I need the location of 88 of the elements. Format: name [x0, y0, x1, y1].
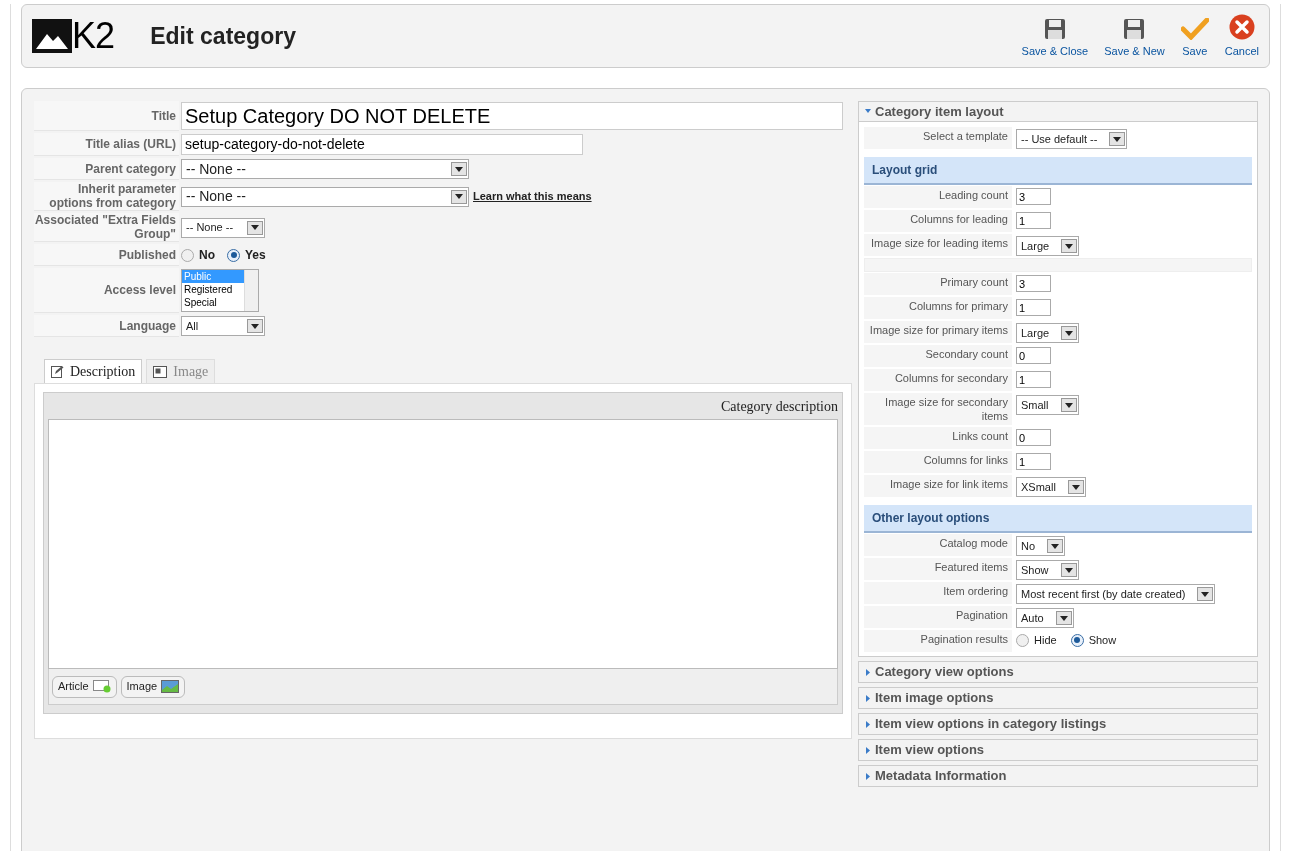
number-input[interactable]: 1 — [1016, 453, 1051, 470]
logo-text: K2 — [72, 18, 115, 54]
number-input[interactable]: 3 — [1016, 275, 1051, 292]
field-label: Item ordering — [864, 582, 1012, 604]
editor-title: Category description — [720, 397, 838, 416]
editor-button[interactable]: Image — [120, 675, 186, 698]
dropdown-select[interactable]: XSmall — [1016, 477, 1086, 497]
toolbar-button[interactable]: Save & Close — [1021, 12, 1089, 60]
editor-button[interactable]: Article — [52, 675, 117, 698]
accordion-header[interactable]: Category item layout — [859, 102, 1257, 122]
picture-icon — [161, 680, 180, 693]
editor-tab[interactable]: Description — [44, 359, 143, 383]
dropdown-select[interactable]: Large — [1016, 236, 1080, 256]
list-option[interactable]: Registered — [182, 283, 244, 296]
section-header: Other layout options — [864, 505, 1252, 533]
learn-more-link[interactable]: Learn what this means — [473, 188, 592, 205]
field-label: Catalog mode — [864, 534, 1012, 556]
radio-button[interactable] — [1016, 633, 1029, 647]
field-label: Secondary count — [864, 345, 1012, 367]
section-header: Layout grid — [864, 157, 1252, 185]
field-label: Image size for primary items — [864, 321, 1012, 343]
caret-down-icon — [865, 108, 871, 115]
dropdown-select[interactable]: -- None -- — [181, 159, 469, 179]
number-input[interactable]: 1 — [1016, 212, 1051, 229]
field-label: Image size for secondary items — [864, 393, 1012, 425]
radio-label: No — [199, 247, 215, 264]
dropdown-select[interactable]: Small — [1016, 395, 1079, 415]
access-level-listbox[interactable]: Public Registered Special — [181, 269, 259, 312]
field-label: Inherit parameter options from category — [34, 182, 179, 211]
caret-right-icon — [865, 772, 871, 780]
radio-button[interactable] — [1070, 633, 1084, 647]
picture-icon — [153, 365, 168, 378]
number-input[interactable]: 1 — [1016, 371, 1051, 388]
alias-input[interactable]: setup-category-do-not-delete — [181, 134, 583, 155]
add-article-icon — [92, 680, 111, 693]
radio-label: Yes — [245, 247, 266, 264]
toolbar-button[interactable]: Save — [1180, 12, 1209, 60]
scrollbar[interactable] — [244, 270, 258, 311]
dropdown-select[interactable]: -- None -- — [181, 186, 469, 207]
field-label: Title — [34, 101, 179, 131]
dropdown-select[interactable]: Most recent first (by date created) — [1016, 584, 1216, 604]
field-label: Select a template — [864, 127, 1012, 149]
page-title: Edit category — [150, 21, 296, 51]
field-label: Associated "Extra Fields Group" — [34, 213, 179, 242]
field-label: Columns for primary — [864, 297, 1012, 319]
field-label: Columns for links — [864, 451, 1012, 473]
field-label: Primary count — [864, 273, 1012, 295]
dropdown-select[interactable]: Show — [1016, 560, 1079, 580]
field-label: Pagination results — [864, 630, 1012, 652]
field-label: Parent category — [34, 158, 179, 180]
field-label: Access level — [34, 268, 179, 313]
radio-label: Show — [1088, 633, 1117, 648]
field-label: Published — [34, 244, 179, 266]
field-label: Featured items — [864, 558, 1012, 580]
number-input[interactable]: 1 — [1016, 299, 1051, 316]
dropdown-select[interactable]: Auto — [1016, 608, 1074, 628]
number-input[interactable]: 0 — [1016, 347, 1051, 364]
toolbar-button[interactable]: Save & New — [1104, 12, 1165, 60]
caret-right-icon — [865, 746, 871, 754]
field-label: Title alias (URL) — [34, 133, 179, 156]
field-label: Language — [34, 315, 179, 337]
dropdown-select[interactable]: Large — [1016, 323, 1080, 343]
field-label: Leading count — [864, 186, 1012, 208]
list-option[interactable]: Special — [182, 296, 244, 309]
dropdown-select[interactable]: -- Use default -- — [1016, 129, 1128, 149]
caret-right-icon — [865, 668, 871, 676]
title-input[interactable]: Setup Category DO NOT DELETE — [181, 102, 843, 130]
number-input[interactable]: 3 — [1016, 188, 1051, 205]
checkmark-icon — [1180, 18, 1209, 41]
edit-icon — [51, 365, 64, 378]
mountain-logo-icon — [32, 19, 72, 53]
field-label: Image size for leading items — [864, 234, 1012, 256]
radio-button[interactable] — [227, 248, 240, 262]
field-label: Links count — [864, 427, 1012, 449]
caret-right-icon — [865, 720, 871, 728]
field-label: Pagination — [864, 606, 1012, 628]
close-icon — [1228, 14, 1255, 41]
dropdown-select[interactable]: -- None -- — [181, 217, 265, 238]
number-input[interactable]: 0 — [1016, 429, 1051, 446]
field-label: Columns for leading — [864, 210, 1012, 232]
field-label: Image size for link items — [864, 475, 1012, 497]
dropdown-select[interactable]: No — [1016, 536, 1066, 556]
caret-right-icon — [865, 694, 871, 702]
field-label: Columns for secondary — [864, 369, 1012, 391]
toolbar-button[interactable]: Cancel — [1224, 12, 1259, 60]
radio-button[interactable] — [181, 248, 194, 262]
radio-label: Hide — [1034, 633, 1057, 648]
dropdown-select[interactable]: All — [181, 316, 265, 336]
